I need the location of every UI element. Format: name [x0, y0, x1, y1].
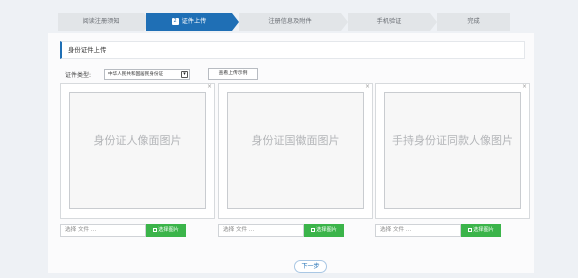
upload-box-front[interactable]: × 身份证人像面图片 — [60, 83, 215, 219]
close-icon[interactable]: × — [207, 83, 212, 91]
file-input-placeholder: 选择 文件 ... — [65, 227, 97, 233]
close-icon[interactable]: × — [522, 83, 527, 91]
step-1: 阅读注册须知 — [58, 13, 144, 31]
next-step-button[interactable]: 下一步 — [294, 260, 327, 273]
file-input-placeholder: 选择 文件 ... — [380, 227, 412, 233]
document-type-label: 证件类型: — [65, 72, 92, 79]
choose-image-button[interactable]: 选择图片 — [461, 224, 501, 237]
step-2-number: 2 — [171, 18, 179, 25]
step-3: 注册信息及附件 — [239, 13, 341, 31]
upload-box-back[interactable]: × 身份证国徽面图片 — [218, 83, 373, 219]
view-example-button[interactable]: 查看上传示例 — [208, 68, 258, 80]
step-4-label: 手机验证 — [376, 18, 402, 25]
file-input[interactable]: 选择 文件 ... — [375, 224, 461, 237]
choose-image-button[interactable]: 选择图片 — [146, 224, 186, 237]
image-icon — [468, 227, 473, 232]
preview-placeholder: 身份证人像面图片 — [93, 134, 182, 147]
file-input[interactable]: 选择 文件 ... — [218, 224, 304, 237]
step-3-arrow — [341, 13, 348, 31]
step-2-label: 证件上传 — [181, 18, 207, 25]
section-title: 身份证件上传 — [68, 46, 107, 54]
image-icon — [311, 227, 316, 232]
image-preview: 身份证人像面图片 — [69, 92, 206, 209]
image-preview: 手持身份证同款人像图片 — [384, 92, 521, 209]
step-4-arrow — [430, 13, 437, 31]
choose-image-button[interactable]: 选择图片 — [304, 224, 344, 237]
choose-image-label: 选择图片 — [473, 227, 494, 233]
step-2-arrow — [232, 13, 239, 31]
step-3-label: 注册信息及附件 — [268, 18, 312, 25]
file-input[interactable]: 选择 文件 ... — [60, 224, 146, 237]
step-5-label: 完成 — [467, 18, 480, 25]
step-progress-bar: 阅读注册须知 2 证件上传 注册信息及附件 手机验证 完成 — [58, 13, 510, 31]
chevron-down-icon[interactable]: ▾ — [181, 71, 188, 78]
section-header: 身份证件上传 — [60, 41, 525, 59]
document-type-value: 中华人民共和国居民身份证 — [108, 72, 164, 77]
image-icon — [153, 227, 158, 232]
close-icon[interactable]: × — [365, 83, 370, 91]
upload-box-handheld[interactable]: × 手持身份证同款人像图片 — [375, 83, 530, 219]
step-1-label: 阅读注册须知 — [82, 18, 120, 25]
step-4: 手机验证 — [348, 13, 430, 31]
document-type-select[interactable]: 中华人民共和国居民身份证 ▾ — [104, 69, 190, 80]
step-5: 完成 — [437, 13, 510, 31]
preview-placeholder: 手持身份证同款人像图片 — [392, 134, 513, 147]
step-2: 2 证件上传 — [146, 13, 232, 31]
image-preview: 身份证国徽面图片 — [227, 92, 364, 209]
choose-image-label: 选择图片 — [316, 227, 337, 233]
upload-panel: 身份证件上传 证件类型: 中华人民共和国居民身份证 ▾ 查看上传示例 × 身份证… — [48, 33, 534, 273]
preview-placeholder: 身份证国徽面图片 — [251, 134, 340, 147]
choose-image-label: 选择图片 — [158, 227, 179, 233]
file-input-placeholder: 选择 文件 ... — [223, 227, 255, 233]
